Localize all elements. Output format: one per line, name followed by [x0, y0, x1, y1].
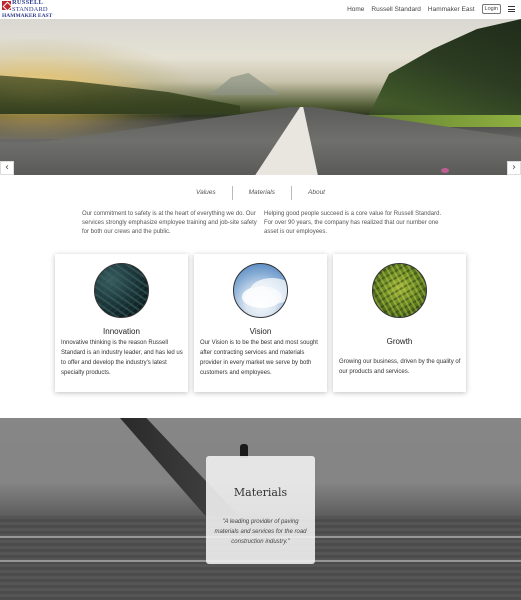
innovation-image: [94, 263, 149, 318]
growth-image: [372, 263, 427, 318]
materials-title: Materials: [233, 486, 288, 499]
vision-image: [233, 263, 288, 318]
card-growth: Growth Growing our business, driven by t…: [333, 254, 466, 392]
company-logo[interactable]: RUSSELL STANDARD HAMMAKER EAST: [2, 0, 52, 19]
logo-mark-icon: [2, 1, 11, 10]
tab-values[interactable]: Values: [180, 186, 232, 200]
logo-line-3: HAMMAKER EAST: [2, 13, 53, 19]
carousel-next-button[interactable]: ›: [507, 161, 521, 175]
tab-about[interactable]: About: [291, 186, 341, 200]
nav-hammaker-east[interactable]: Hammaker East: [428, 6, 475, 13]
intro-safety-text: Our commitment to safety is at the heart…: [82, 211, 257, 235]
materials-quote: "A leading provider of paving materials …: [214, 519, 307, 545]
hamburger-icon[interactable]: [508, 6, 515, 12]
tab-materials[interactable]: Materials: [231, 186, 291, 200]
card-vision: Vision Our Vision is to be the best and …: [194, 254, 327, 392]
carousel-prev-button[interactable]: ‹: [0, 161, 14, 175]
intro-people-text: Helping good people succeed is a core va…: [264, 211, 442, 235]
card-body: Our Vision is to be the best and most so…: [200, 340, 318, 376]
card-body: Innovative thinking is the reason Russel…: [61, 340, 183, 376]
site-header: RUSSELL STANDARD HAMMAKER EAST Home Russ…: [0, 0, 521, 19]
card-body: Growing our business, driven by the qual…: [339, 359, 461, 375]
nav-russell-standard[interactable]: Russell Standard: [371, 6, 421, 13]
section-tabs: Values Materials About: [0, 186, 521, 200]
card-title: Vision: [249, 327, 272, 336]
main-nav: Home Russell Standard Hammaker East Logi…: [340, 4, 515, 14]
hero-trees-right: [367, 19, 521, 119]
hero-hill: [210, 73, 280, 95]
card-innovation: Innovation Innovative thinking is the re…: [55, 254, 188, 392]
card-title: Innovation: [103, 327, 140, 336]
hero-image: [0, 19, 521, 175]
login-button[interactable]: Login: [481, 4, 501, 14]
hero-lens-flare: [441, 168, 449, 173]
nav-home[interactable]: Home: [347, 6, 364, 13]
logo-text: RUSSELL STANDARD HAMMAKER EAST: [2, 0, 52, 20]
card-title: Growth: [386, 337, 413, 346]
materials-card[interactable]: Materials "A leading provider of paving …: [206, 456, 315, 564]
